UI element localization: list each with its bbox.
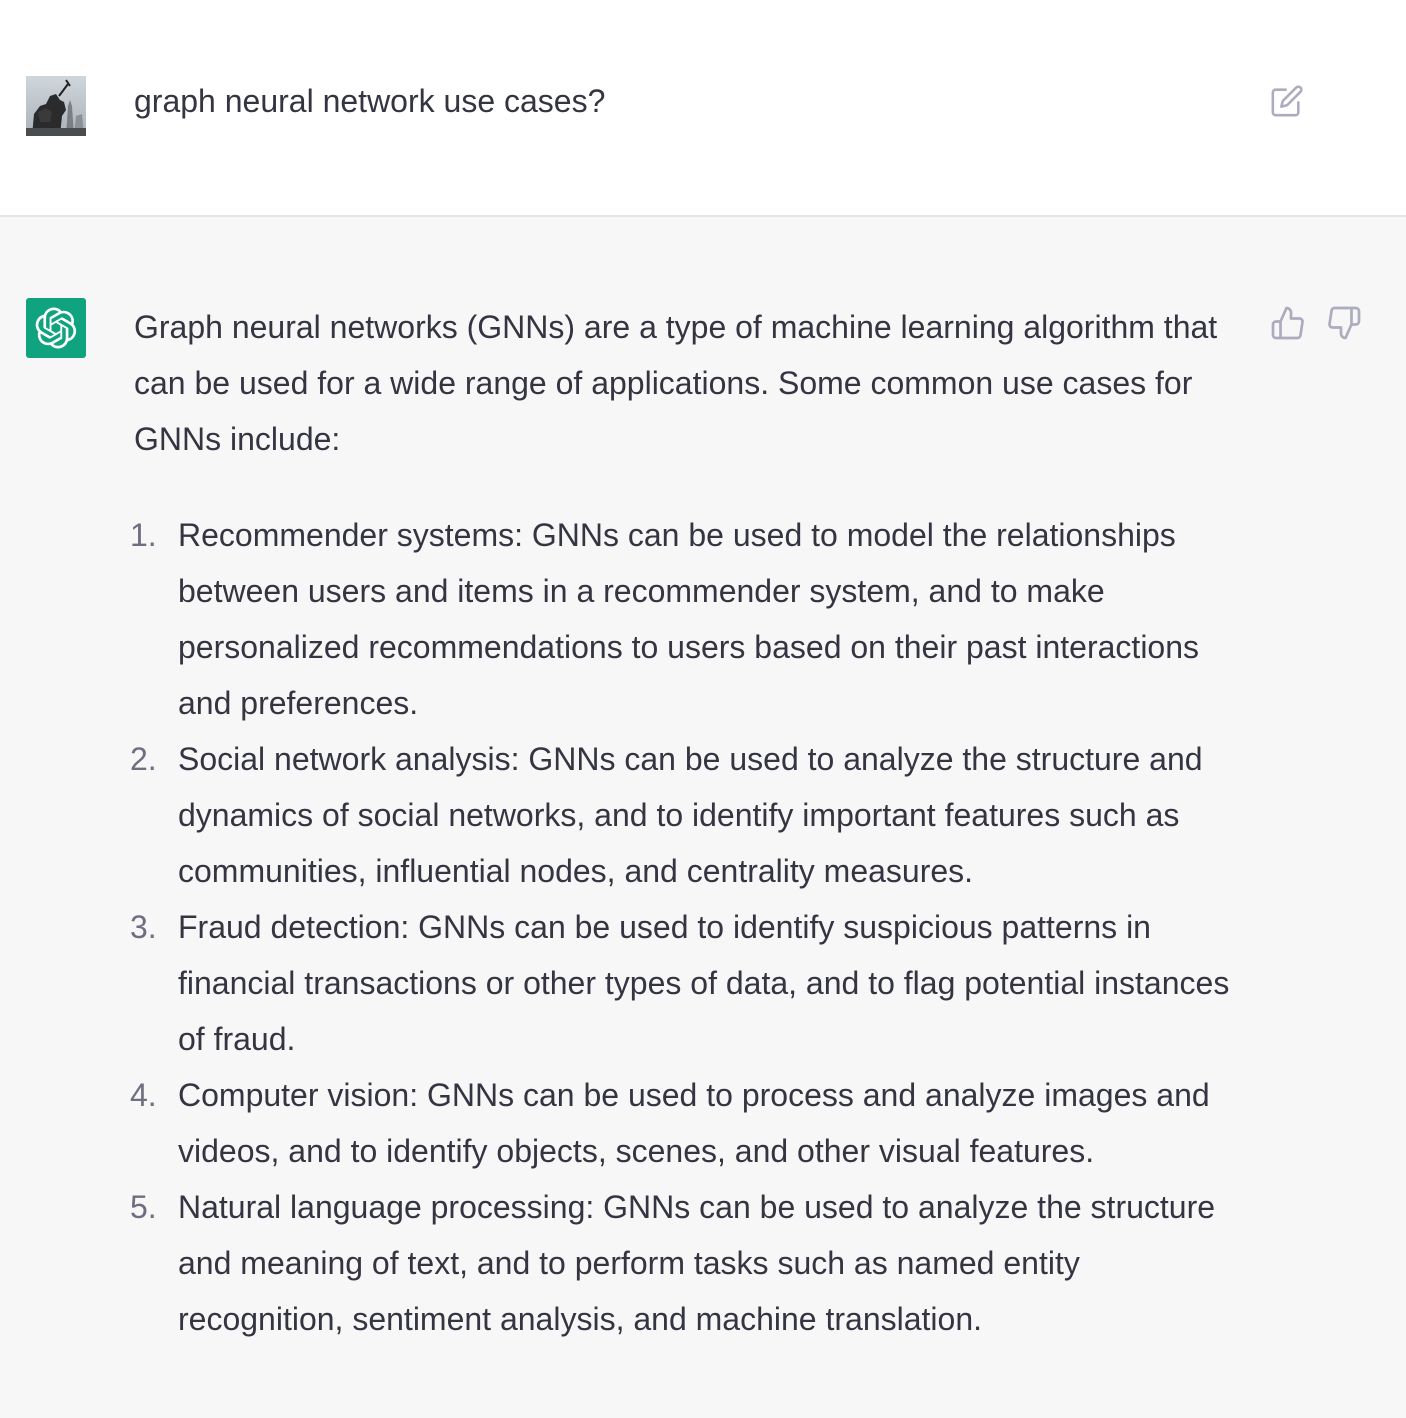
thumbs-up-icon bbox=[1271, 306, 1304, 340]
assistant-message: Graph neural networks (GNNs) are a type … bbox=[130, 299, 1244, 1347]
list-item: 5. Natural language processing: GNNs can… bbox=[130, 1179, 1244, 1347]
user-message-text: graph neural network use cases? bbox=[134, 83, 606, 119]
edit-icon bbox=[1271, 85, 1303, 117]
user-avatar bbox=[26, 76, 86, 136]
answer-intro: Graph neural networks (GNNs) are a type … bbox=[134, 309, 1218, 457]
thumbs-up-button[interactable] bbox=[1270, 305, 1306, 341]
list-item: 1. Recommender systems: GNNs can be used… bbox=[130, 507, 1244, 731]
assistant-avatar bbox=[26, 298, 86, 358]
user-message-row: graph neural network use cases? bbox=[0, 0, 1406, 217]
list-item-text: Recommender systems: GNNs can be used to… bbox=[178, 517, 1200, 721]
list-item: 4. Computer vision: GNNs can be used to … bbox=[130, 1067, 1244, 1179]
list-item-number: 2. bbox=[130, 741, 157, 777]
list-item-text: Fraud detection: GNNs can be used to ide… bbox=[178, 909, 1230, 1057]
list-item-number: 3. bbox=[130, 909, 157, 945]
user-avatar-image bbox=[26, 76, 86, 136]
list-item: 3. Fraud detection: GNNs can be used to … bbox=[130, 899, 1244, 1067]
list-item-number: 4. bbox=[130, 1077, 157, 1113]
assistant-message-row: Graph neural networks (GNNs) are a type … bbox=[0, 217, 1406, 1418]
thumbs-down-icon bbox=[1328, 306, 1361, 340]
list-item-number: 1. bbox=[130, 517, 157, 553]
list-item-text: Social network analysis: GNNs can be use… bbox=[178, 741, 1203, 889]
openai-logo-icon bbox=[35, 307, 77, 349]
list-item-text: Natural language processing: GNNs can be… bbox=[178, 1189, 1216, 1337]
edit-button[interactable] bbox=[1270, 84, 1304, 118]
use-case-list: 1. Recommender systems: GNNs can be used… bbox=[130, 507, 1244, 1347]
list-item-number: 5. bbox=[130, 1189, 157, 1225]
list-item: 2. Social network analysis: GNNs can be … bbox=[130, 731, 1244, 899]
list-item-text: Computer vision: GNNs can be used to pro… bbox=[178, 1077, 1210, 1169]
thumbs-down-button[interactable] bbox=[1326, 305, 1362, 341]
